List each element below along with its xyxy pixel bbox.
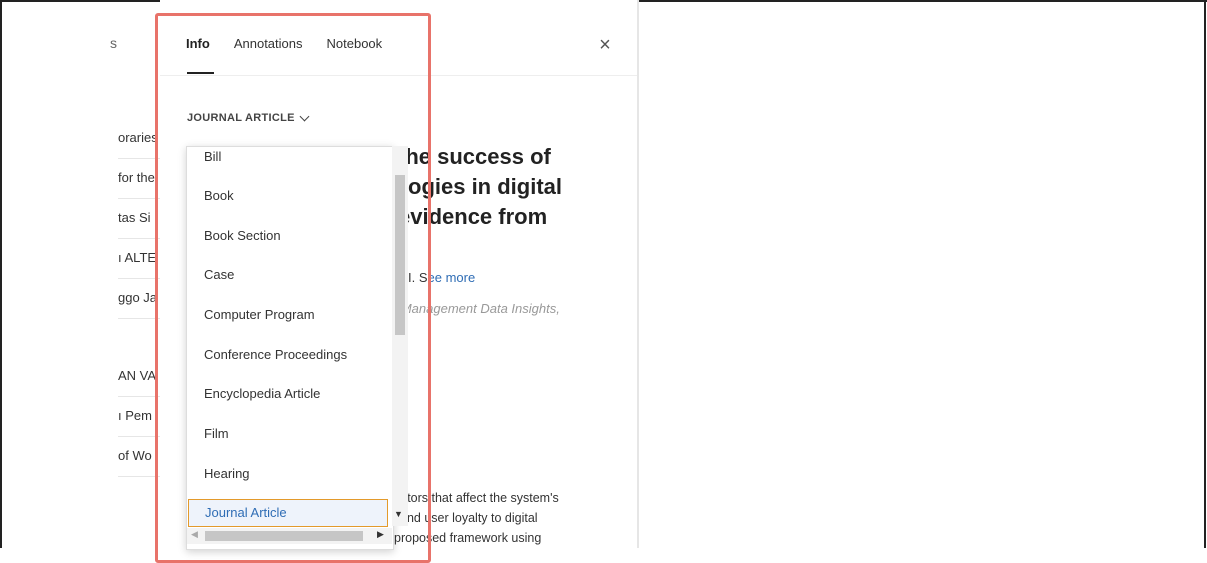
option-conference-proceedings[interactable]: Conference Proceedings (188, 337, 388, 373)
abstract-line: and user loyalty to digital (400, 511, 538, 525)
dropdown-vertical-scroll-thumb[interactable] (395, 175, 405, 335)
option-bill[interactable]: Bill (188, 147, 388, 175)
publication-source: e Management Data Insights, (390, 301, 560, 316)
option-case[interactable]: Case (188, 257, 388, 293)
library-list: s oraries for the tas Si ı ALTE ggo Ja A… (0, 0, 160, 548)
library-tab-fragment[interactable]: s (110, 35, 117, 51)
option-journal-article[interactable]: Journal Article (188, 499, 388, 527)
tab-info[interactable]: Info (186, 36, 210, 51)
abstract: actors that affect the system's and user… (394, 488, 609, 548)
dropdown-horizontal-scroll-thumb[interactable] (205, 531, 363, 541)
item-type-selector[interactable]: JOURNAL ARTICLE (187, 111, 310, 124)
title-line: the success of (398, 144, 551, 169)
title-line: evidence from (398, 204, 548, 229)
list-item[interactable]: of Wo (118, 436, 160, 477)
article-title: the success of ogies in digital evidence… (390, 142, 620, 232)
list-item[interactable]: ı Pem (118, 396, 160, 437)
abstract-line: proposed framework using (394, 531, 542, 545)
option-book[interactable]: Book (188, 178, 388, 214)
close-icon[interactable]: × (596, 35, 614, 55)
tab-annotations[interactable]: Annotations (234, 36, 303, 51)
frame-right (1204, 0, 1206, 548)
title-line: ogies in digital (408, 174, 563, 199)
tab-notebook[interactable]: Notebook (327, 36, 383, 51)
see-more-link[interactable]: ee more (428, 270, 476, 285)
list-item[interactable]: tas Si (118, 198, 160, 239)
scroll-left-arrow-icon[interactable]: ◀ (191, 529, 198, 540)
option-computer-program[interactable]: Computer Program (188, 297, 388, 333)
chevron-down-icon (299, 111, 310, 121)
panel-tabs: Info Annotations Notebook (186, 36, 382, 51)
list-item[interactable]: ggo Ja (118, 278, 160, 319)
option-hearing[interactable]: Hearing (188, 456, 388, 492)
panel-right-border (637, 0, 639, 548)
authors: I. See more (408, 270, 475, 285)
item-type-dropdown[interactable]: Bill Book Book Section Case Computer Pro… (186, 146, 394, 550)
list-item[interactable]: oraries (118, 118, 160, 159)
active-tab-indicator (187, 72, 214, 74)
scroll-right-arrow-icon[interactable]: ▶ (377, 529, 384, 540)
option-film[interactable]: Film (188, 416, 388, 452)
item-type-label: JOURNAL ARTICLE (187, 112, 295, 124)
tabs-divider (160, 75, 637, 76)
option-encyclopedia-article[interactable]: Encyclopedia Article (188, 376, 388, 412)
list-item[interactable]: ı ALTE (118, 238, 160, 279)
list-item[interactable]: for the (118, 158, 160, 199)
scroll-down-arrow-icon[interactable]: ▼ (394, 509, 403, 519)
abstract-line: actors that affect the system's (394, 491, 559, 505)
option-book-section[interactable]: Book Section (188, 218, 388, 254)
list-item[interactable]: AN VA (118, 356, 160, 397)
authors-text: I. S (408, 270, 428, 285)
